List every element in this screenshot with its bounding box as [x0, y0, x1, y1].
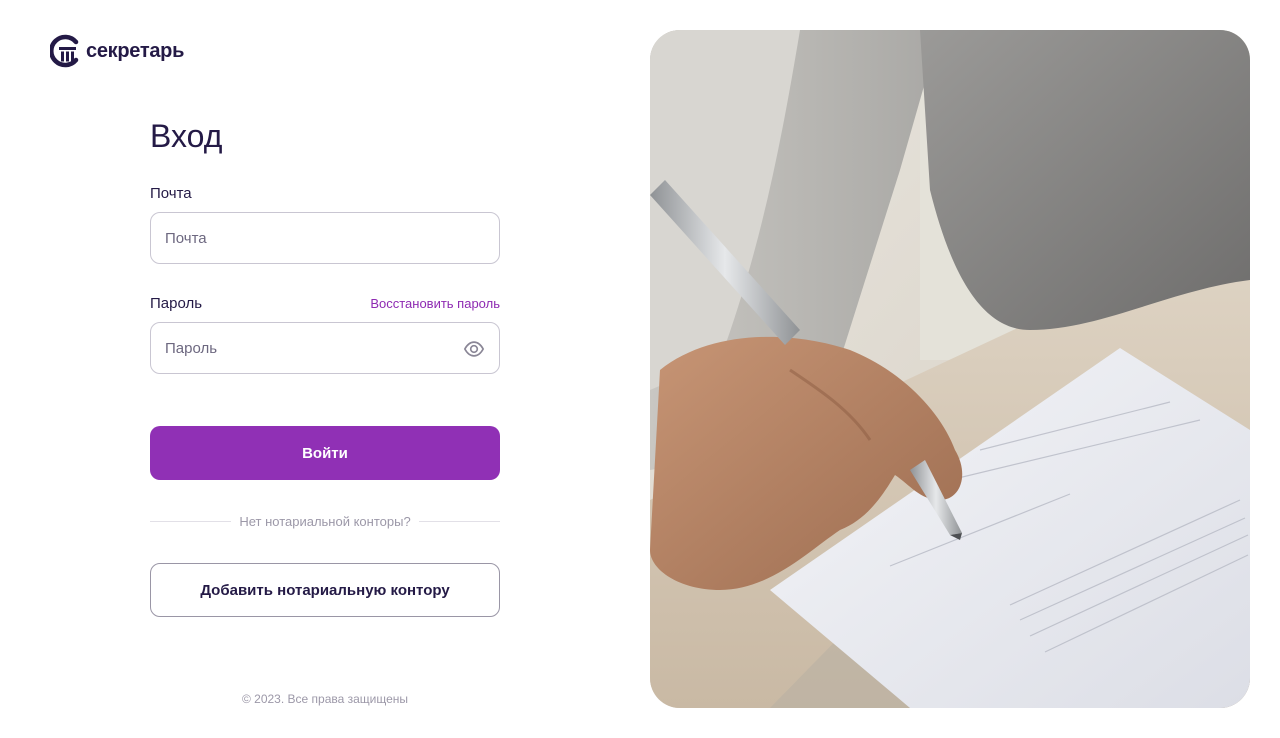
logo-mark-icon: [50, 34, 79, 68]
add-notary-office-button[interactable]: Добавить нотариальную контору: [150, 563, 500, 617]
eye-icon[interactable]: [463, 338, 485, 360]
divider-text: Нет нотариальной конторы?: [239, 514, 411, 529]
email-field-wrapper: [150, 212, 500, 264]
page-title: Вход: [150, 118, 223, 154]
password-field-wrapper: [150, 322, 500, 374]
login-form: Вход Почта Пароль Восстановить пароль Во…: [150, 118, 500, 617]
hand-signing-document-photo: [650, 30, 1250, 708]
brand-logo[interactable]: секретарь: [50, 34, 184, 68]
divider: Нет нотариальной конторы?: [150, 514, 500, 529]
email-label: Почта: [150, 184, 192, 202]
copyright-text: © 2023. Все права защищены: [241, 692, 409, 706]
email-label-row: Почта: [150, 184, 500, 202]
password-field[interactable]: [151, 323, 499, 373]
divider-line-right: [418, 521, 500, 522]
password-label: Пароль: [150, 294, 203, 312]
brand-name: секретарь: [86, 39, 185, 62]
email-field[interactable]: [151, 213, 499, 263]
restore-password-link[interactable]: Восстановить пароль: [370, 296, 500, 311]
password-label-row: Пароль Восстановить пароль: [150, 294, 500, 312]
divider-line-left: [150, 521, 232, 522]
login-button[interactable]: Войти: [150, 426, 500, 480]
